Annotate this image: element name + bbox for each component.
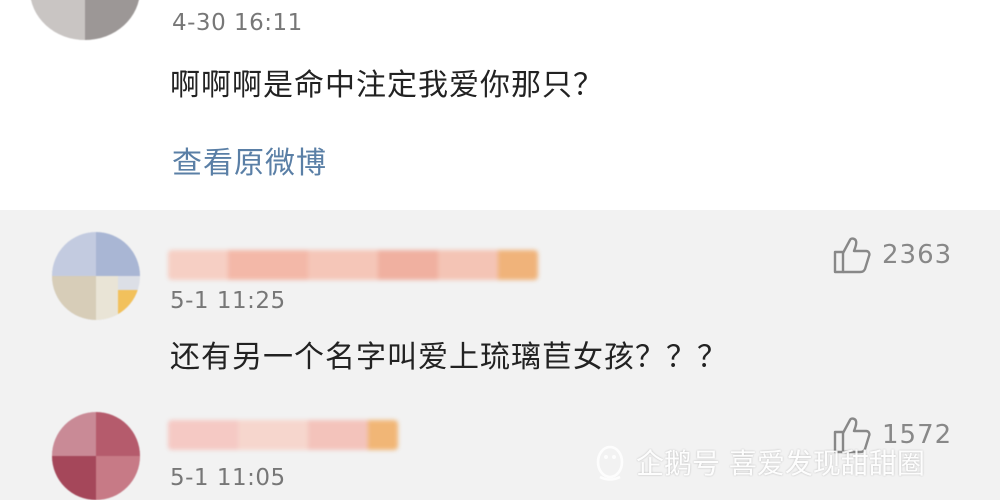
reply-text: 还有另一个名字叫爱上琉璃苣女孩？？？ bbox=[170, 340, 728, 375]
reply-author-name-blurred[interactable] bbox=[168, 250, 538, 280]
watermark-text: 企鹅号 喜爱发现甜甜圈 bbox=[636, 447, 925, 480]
reply-like-button[interactable]: 2363 bbox=[832, 236, 952, 274]
reply-timestamp: 5-1 11:25 bbox=[170, 288, 286, 314]
reply-author-avatar[interactable] bbox=[52, 412, 140, 500]
reply-item: 2363 5-1 11:25 还有另一个名字叫爱上琉璃苣女孩？？？ bbox=[0, 210, 1000, 410]
thumbs-up-icon bbox=[833, 237, 871, 274]
watermark: 企鹅号 喜爱发现甜甜圈 bbox=[592, 442, 925, 482]
reply-timestamp: 5-1 11:05 bbox=[170, 465, 286, 491]
reply-author-avatar[interactable] bbox=[52, 232, 140, 320]
penguin-icon bbox=[596, 445, 624, 481]
reply-author-name-blurred[interactable] bbox=[168, 420, 398, 450]
post-timestamp: 4-30 16:11 bbox=[172, 10, 303, 36]
view-original-weibo-link[interactable]: 查看原微博 bbox=[172, 138, 327, 182]
weibo-post: 4-30 16:11 啊啊啊是命中注定我爱你那只？ 查看原微博 bbox=[0, 0, 1000, 210]
post-text: 啊啊啊是命中注定我爱你那只？ bbox=[170, 68, 604, 103]
post-author-avatar[interactable] bbox=[30, 0, 140, 40]
reply-like-count: 2363 bbox=[882, 240, 953, 270]
